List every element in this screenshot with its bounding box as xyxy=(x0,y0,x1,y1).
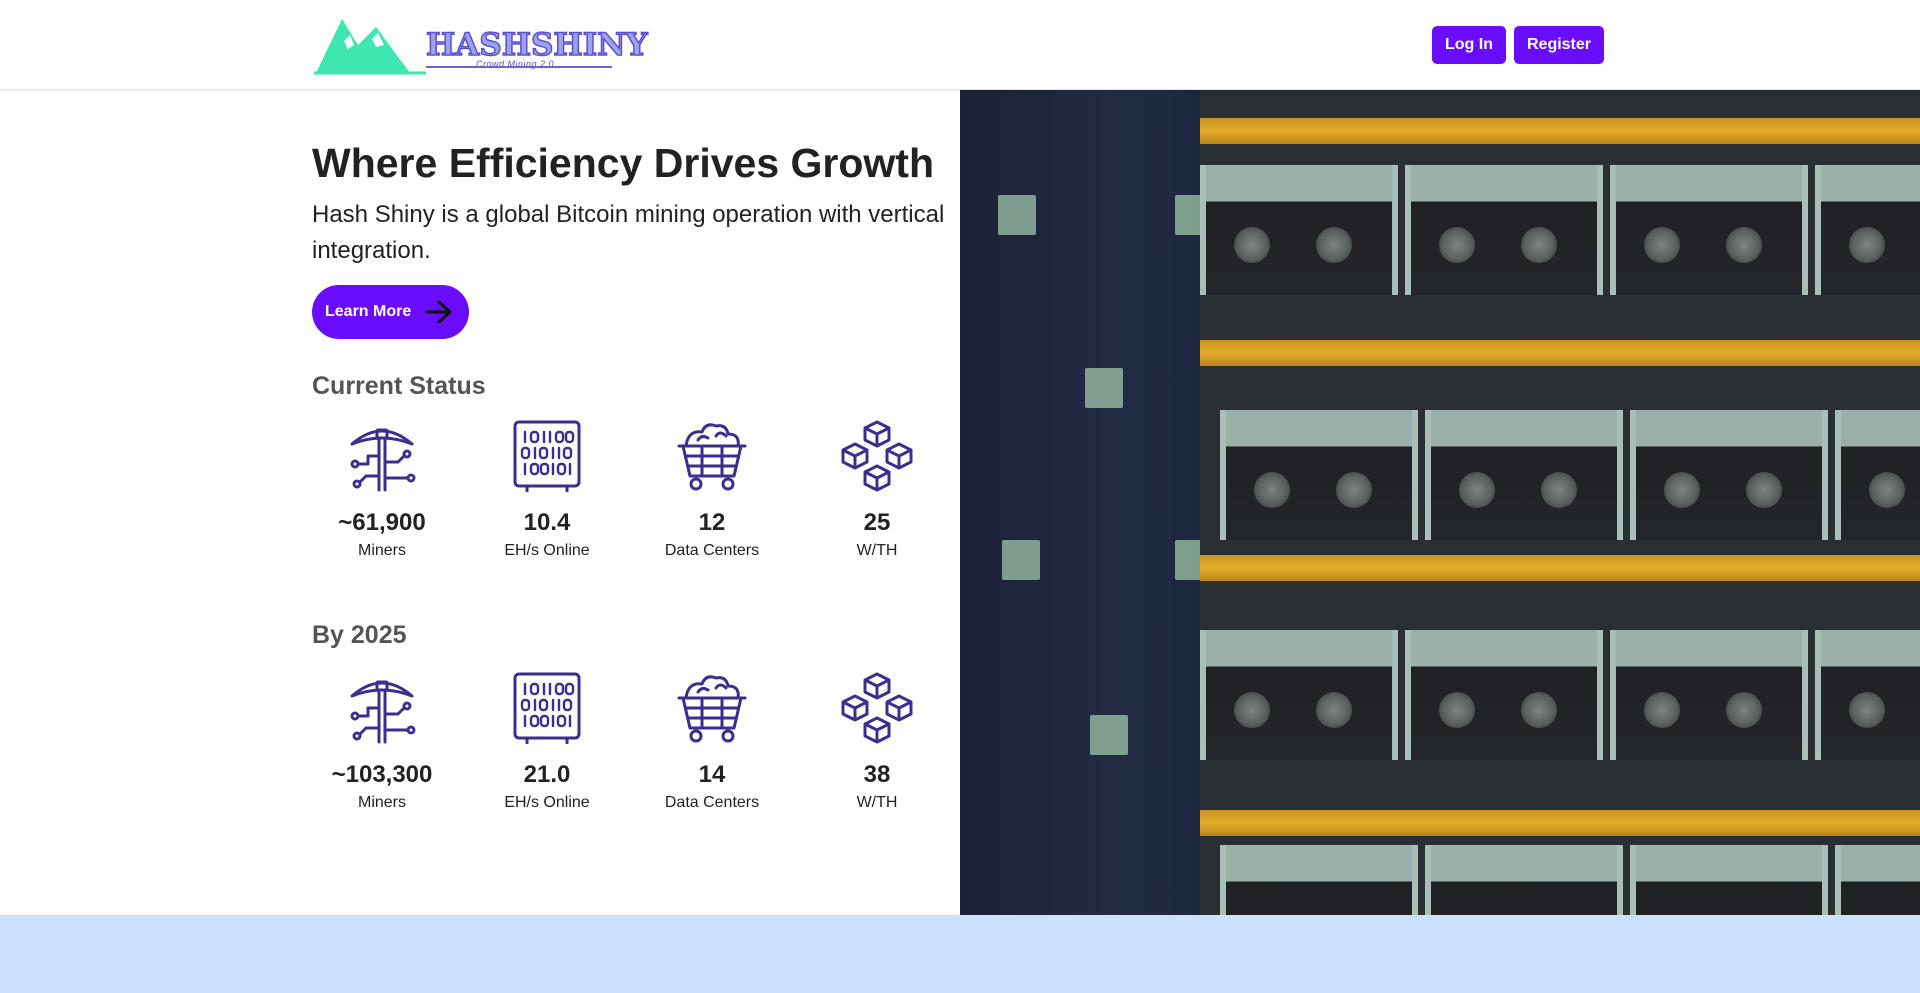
stat-efficiency: 25 W/TH xyxy=(812,420,942,561)
stat-label: W/TH xyxy=(856,794,898,811)
stat-value: ~103,300 xyxy=(331,761,433,788)
stat-value: 21.0 xyxy=(523,761,571,788)
arrow-right-icon xyxy=(425,300,452,324)
miner-row xyxy=(1200,410,1920,540)
rack-shelf xyxy=(1200,555,1920,581)
stat-value: ~61,900 xyxy=(338,509,426,536)
stat-hashrate: 10.4 EH/s Online xyxy=(482,420,612,561)
hero-title: Where Efficiency Drives Growth xyxy=(312,140,935,186)
mountain-logo-icon xyxy=(314,19,426,75)
miner-row xyxy=(1200,845,1920,915)
stat-value: 10.4 xyxy=(523,509,571,536)
miner-row xyxy=(1200,165,1920,295)
learn-more-label: Learn More xyxy=(325,303,412,320)
rack-shelf xyxy=(1200,118,1920,144)
stat-value: 38 xyxy=(863,761,891,788)
stat-miners: ~61,900 Miners xyxy=(317,420,447,561)
mining-cart-icon xyxy=(676,420,748,492)
hashshiny-logo[interactable]: HASHSHINY Crowd Mining 2.0 xyxy=(314,15,648,75)
by-2025-title: By 2025 xyxy=(312,621,407,649)
stat-data-centers: 12 Data Centers xyxy=(647,420,777,561)
stat-label: Data Centers xyxy=(664,542,760,559)
login-button[interactable]: Log In xyxy=(1432,26,1506,64)
stat-label: Data Centers xyxy=(664,794,760,811)
learn-more-button[interactable]: Learn More xyxy=(312,285,469,339)
stat-hashrate-2025: 21.0 EH/s Online xyxy=(482,672,612,813)
miner-row xyxy=(1200,630,1920,760)
aisle-light xyxy=(1085,368,1123,408)
stat-value: 25 xyxy=(863,509,891,536)
stat-data-centers-2025: 14 Data Centers xyxy=(647,672,777,813)
register-button[interactable]: Register xyxy=(1514,26,1604,64)
stat-label: EH/s Online xyxy=(504,794,590,811)
aisle xyxy=(960,90,1213,915)
rack-shelf xyxy=(1200,810,1920,836)
stat-label: W/TH xyxy=(856,542,898,559)
stat-value: 14 xyxy=(698,761,726,788)
site-header: HASHSHINY Crowd Mining 2.0 Log In Regist… xyxy=(0,0,1920,90)
stat-label: Miners xyxy=(357,794,406,811)
logo-underline xyxy=(426,66,612,68)
stat-value: 12 xyxy=(698,509,726,536)
hero-description: Hash Shiny is a global Bitcoin mining op… xyxy=(312,201,945,264)
stat-label: EH/s Online xyxy=(504,542,590,559)
mining-farm-image xyxy=(960,90,1920,915)
aisle-light xyxy=(998,195,1036,235)
aisle-light xyxy=(1002,540,1040,580)
stat-miners-2025: ~103,300 Miners xyxy=(317,672,447,813)
binary-chip-icon xyxy=(511,672,583,744)
next-section-band xyxy=(0,915,1920,993)
aisle-light xyxy=(1090,715,1128,755)
rack-area xyxy=(1200,90,1920,915)
pickaxe-icon xyxy=(346,672,418,744)
mining-cart-icon xyxy=(676,672,748,744)
stat-efficiency-2025: 38 W/TH xyxy=(812,672,942,813)
logo-tagline: Crowd Mining 2.0 xyxy=(476,59,555,69)
binary-chip-icon xyxy=(511,420,583,492)
pickaxe-icon xyxy=(346,420,418,492)
logo-wordmark: HASHSHINY xyxy=(425,26,648,64)
current-status-title: Current Status xyxy=(312,372,486,400)
rack-shelf xyxy=(1200,340,1920,366)
stat-label: Miners xyxy=(357,542,406,559)
blocks-icon xyxy=(841,672,913,744)
blocks-icon xyxy=(841,420,913,492)
